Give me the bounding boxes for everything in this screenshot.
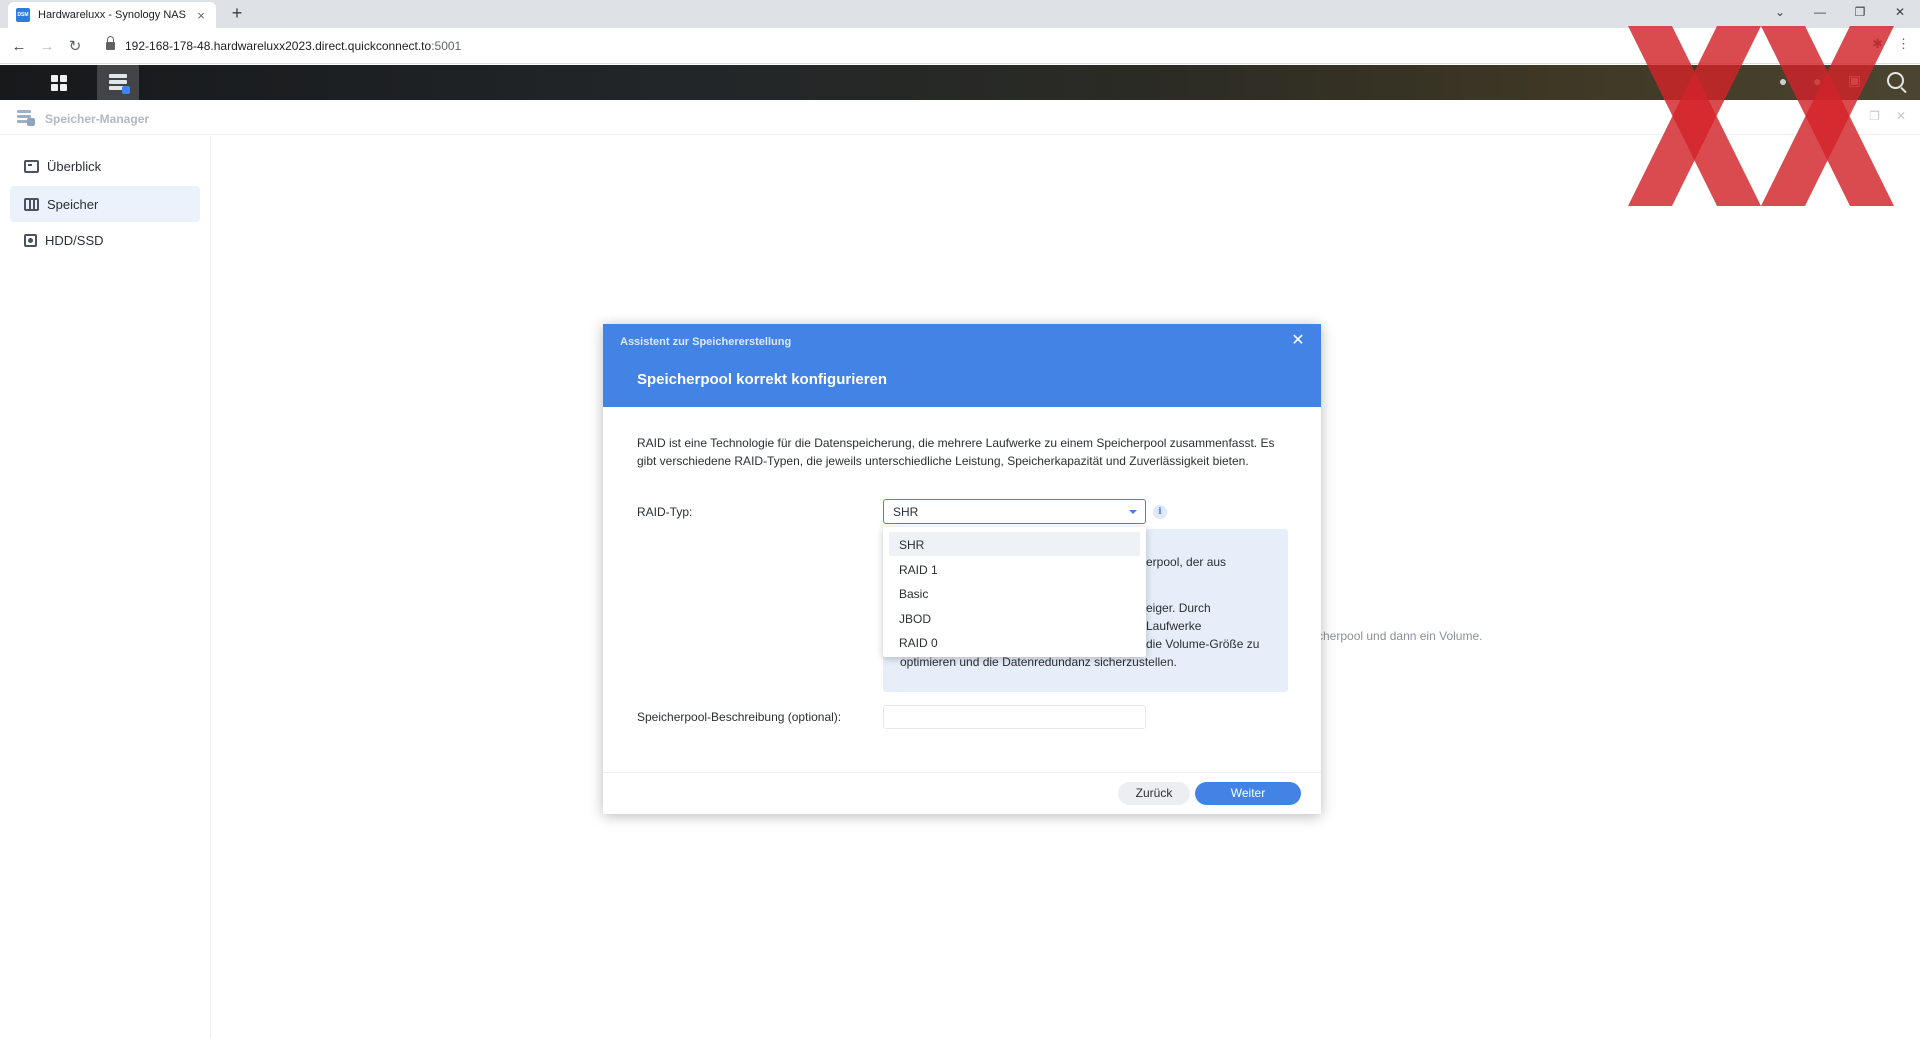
pool-description-label: Speicherpool-Beschreibung (optional):	[637, 710, 842, 724]
pool-description-input[interactable]	[883, 705, 1146, 729]
storage-manager-taskbar-button[interactable]	[97, 65, 139, 100]
tab-search-button[interactable]: ⌄	[1760, 0, 1800, 24]
sidebar-item-hdd-ssd[interactable]: HDD/SSD	[10, 222, 200, 258]
raid-type-dropdown: SHR RAID 1 Basic JBOD RAID 0	[883, 527, 1146, 657]
sidebar-item-label: HDD/SSD	[45, 232, 104, 248]
reload-icon[interactable]: ↻	[64, 35, 86, 57]
browser-menu-icon[interactable]: ⋮	[1897, 36, 1910, 52]
url-host: 192-168-178-48.hardwareluxx2023.direct.q…	[125, 39, 432, 53]
background-hint-text: cherpool und dann ein Volume.	[1317, 629, 1483, 643]
storage-manager-logo-icon	[17, 110, 35, 126]
wizard-header: Assistent zur Speichererstellung ✕ Speic…	[603, 324, 1321, 407]
app-close-icon[interactable]: ✕	[1896, 109, 1906, 123]
footer-divider	[603, 772, 1321, 773]
close-icon[interactable]: ✕	[1289, 332, 1307, 350]
dsm-favicon-icon: DSM	[16, 8, 30, 22]
lock-icon[interactable]	[106, 36, 115, 51]
tab-close-icon[interactable]: ×	[194, 8, 208, 23]
sidebar-item-label: Speicher	[47, 196, 99, 212]
forward-arrow-icon[interactable]: →	[36, 35, 58, 57]
wizard-window-title: Assistent zur Speichererstellung	[620, 336, 792, 348]
sidebar-item-overview[interactable]: Überblick	[10, 148, 200, 184]
hardwareluxx-logo	[1628, 26, 1894, 206]
main-menu-icon	[51, 74, 67, 91]
info-text-line: erpool, der aus	[1146, 555, 1227, 569]
raid-option-jbod[interactable]: JBOD	[889, 606, 1140, 630]
sidebar-item-storage[interactable]: Speicher	[10, 186, 200, 222]
storage-manager-icon	[109, 73, 130, 94]
chevron-down-icon	[1129, 510, 1137, 514]
raid-type-label: RAID-Typ:	[637, 505, 693, 519]
raid-option-basic[interactable]: Basic	[889, 581, 1140, 605]
tab-title: Hardwareluxx - Synology NAS	[38, 9, 186, 21]
sidebar-item-label: Überblick	[47, 158, 102, 174]
main-menu-button[interactable]	[34, 65, 84, 100]
sidebar: Überblick Speicher HDD/SSD	[0, 136, 211, 1038]
raid-description: RAID ist eine Technologie für die Datens…	[637, 436, 1275, 468]
info-text-line: die Volume-Größe zu	[1146, 637, 1260, 651]
info-icon[interactable]: i	[1153, 505, 1167, 519]
minimize-button[interactable]: —	[1800, 0, 1840, 24]
raid-type-select[interactable]: SHR	[883, 499, 1146, 524]
new-tab-button[interactable]: +	[228, 3, 246, 23]
hdd-icon	[24, 233, 37, 247]
browser-tab-bar: DSM Hardwareluxx - Synology NAS × + ⌄ — …	[0, 0, 1920, 28]
url-port: :5001	[431, 39, 462, 53]
next-button[interactable]: Weiter	[1195, 782, 1301, 805]
back-arrow-icon[interactable]: ←	[8, 35, 30, 57]
wizard-heading: Speicherpool korrekt konfigurieren	[637, 371, 888, 388]
raid-option-raid0[interactable]: RAID 0	[889, 630, 1140, 654]
close-window-button[interactable]: ✕	[1880, 0, 1920, 24]
browser-tab[interactable]: DSM Hardwareluxx - Synology NAS ×	[8, 2, 216, 28]
storage-wizard-dialog: Assistent zur Speichererstellung ✕ Speic…	[603, 324, 1321, 814]
url-field[interactable]: 192-168-178-48.hardwareluxx2023.direct.q…	[125, 39, 461, 53]
raid-type-value: SHR	[893, 505, 919, 519]
back-button[interactable]: Zurück	[1118, 782, 1190, 805]
storage-icon	[24, 197, 39, 211]
overview-icon	[24, 159, 39, 173]
info-text-line: eiger. Durch	[1146, 601, 1211, 615]
raid-option-raid1[interactable]: RAID 1	[889, 557, 1140, 581]
info-text-line: Laufwerke	[1146, 619, 1202, 633]
restore-button[interactable]: ❐	[1840, 0, 1880, 24]
app-title: Speicher-Manager	[45, 112, 150, 126]
raid-option-shr[interactable]: SHR	[889, 532, 1140, 556]
window-controls: ⌄ — ❐ ✕	[1760, 0, 1920, 28]
